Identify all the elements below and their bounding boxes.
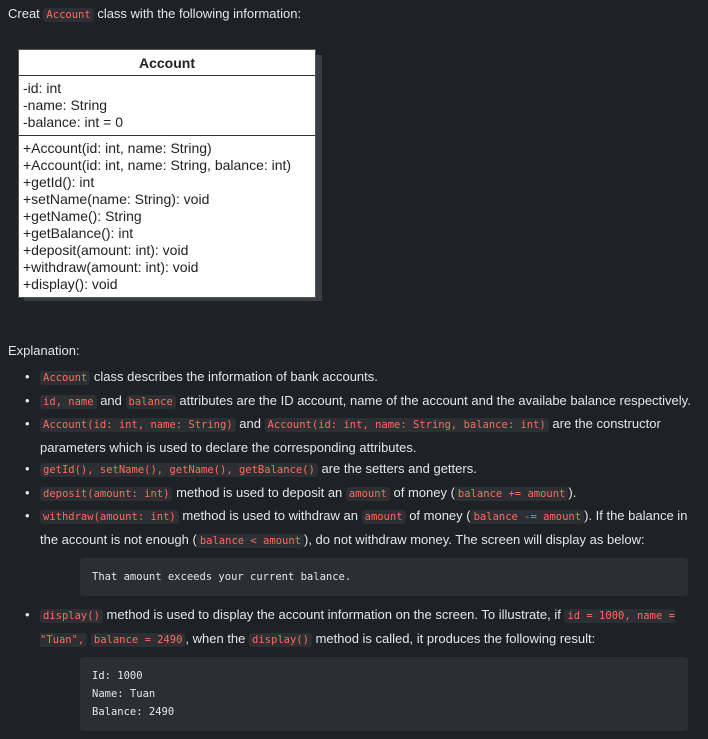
inline-code: balance < amount (196, 533, 304, 548)
intro-class-code: Account (43, 8, 94, 22)
uml-method: +getId(): int (23, 174, 95, 190)
inline-code: amount (345, 486, 390, 501)
intro-prefix: Creat (8, 6, 40, 21)
inline-code: Account(id: int, name: String, balance: … (264, 418, 549, 432)
uml-methods: +Account(id: int, name: String) +Account… (19, 135, 315, 297)
item-text: ). (568, 484, 577, 500)
output-line: Balance: 2490 (92, 706, 175, 718)
inline-code: balance -= amount (470, 510, 585, 524)
uml-method: +display(): void (23, 276, 118, 292)
uml-method: +setName(name: String): void (23, 191, 210, 207)
list-item: Account class describes the information … (0, 366, 700, 390)
item-text: of money ( (393, 484, 455, 500)
uml-method: +Account(id: int, name: String, balance:… (23, 157, 292, 173)
list-item: Account(id: int, name: String) and Accou… (0, 413, 700, 458)
inline-code: balance += amount (454, 486, 569, 501)
inline-code: amount (361, 510, 406, 524)
list-item: withdraw(amount: int) method is used to … (0, 505, 700, 596)
explanation-list: Account class describes the information … (0, 366, 700, 739)
item-text: attributes are the ID account, name of t… (179, 392, 691, 408)
inline-code: id, name (40, 394, 97, 409)
intro-suffix: class with the following information: (97, 6, 302, 21)
item-text: ), do not withdraw money. The screen wil… (304, 531, 645, 547)
list-item: display() method is used to display the … (0, 604, 700, 731)
item-text: and (100, 392, 122, 408)
uml-method: +withdraw(amount: int): void (23, 259, 199, 275)
output-block-display: Id: 1000 Name: Tuan Balance: 2490 (80, 657, 688, 731)
item-text: are the setters and getters. (321, 461, 477, 476)
uml-box: Account -id: int -name: String -balance:… (18, 49, 316, 298)
item-text: method is used to withdraw an (182, 508, 358, 523)
output-line: Name: Tuan (92, 688, 156, 700)
explanation-title: Explanation: (8, 343, 80, 358)
list-item: getId(), setName(), getName(), getBalanc… (0, 458, 700, 482)
uml-attributes: -id: int -name: String -balance: int = 0 (19, 76, 315, 135)
inline-code: withdraw(amount: int) (40, 510, 179, 524)
uml-method: +Account(id: int, name: String) (23, 140, 212, 156)
output-block-withdraw: That amount exceeds your current balance… (80, 558, 688, 596)
inline-code: balance (125, 394, 176, 409)
item-text: class describes the information of bank … (93, 369, 378, 384)
uml-class-name: Account (19, 50, 315, 76)
inline-code: display() (249, 632, 312, 647)
uml-diagram: Account -id: int -name: String -balance:… (18, 49, 322, 301)
inline-code: deposit(amount: int) (40, 486, 173, 501)
uml-method: +getBalance(): int (23, 225, 134, 241)
inline-code: getId(), setName(), getName(), getBalanc… (40, 463, 318, 477)
inline-code: balance = 2490 (90, 632, 186, 647)
list-item: deposit(amount: int) method is used to d… (0, 482, 700, 506)
uml-method: +getName(): String (23, 208, 142, 224)
item-text: and (239, 416, 261, 431)
intro-line: Creat Account class with the following i… (8, 6, 302, 22)
item-text: method is called, it produces the follow… (315, 630, 596, 646)
inline-code: display() (40, 609, 103, 623)
item-text: , when the (185, 630, 246, 646)
inline-code: Account(id: int, name: String) (40, 418, 236, 432)
item-text: method is used to display the account in… (106, 607, 561, 622)
inline-code: Account (40, 371, 91, 385)
list-item: id, name and balance attributes are the … (0, 390, 700, 414)
uml-attribute: -balance: int = 0 (23, 114, 124, 130)
uml-method: +deposit(amount: int): void (23, 242, 189, 258)
output-line: Id: 1000 (92, 670, 143, 682)
uml-attribute: -id: int (23, 80, 62, 96)
item-text: of money ( (409, 508, 471, 523)
item-text: method is used to deposit an (176, 484, 343, 500)
uml-attribute: -name: String (23, 97, 108, 113)
